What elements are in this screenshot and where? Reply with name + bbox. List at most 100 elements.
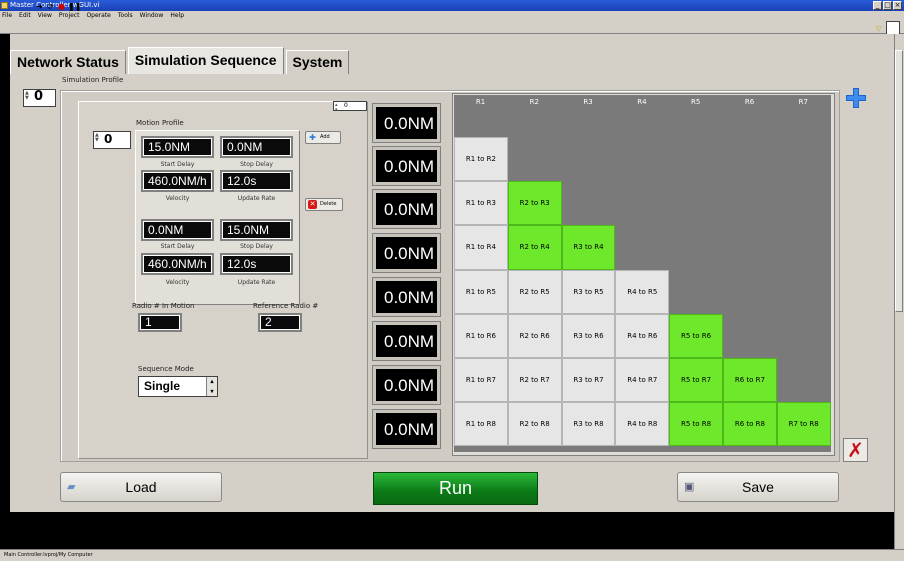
start-distance-2[interactable]: 0.0NM: [141, 219, 214, 241]
stop-distance-2[interactable]: 15.0NM: [220, 219, 293, 241]
update-rate-2[interactable]: 12.0s: [220, 253, 293, 275]
grid-cell[interactable]: R2 to R3: [507, 181, 562, 226]
motion-top-index[interactable]: ▴ ▾ 0: [333, 101, 367, 113]
grid-cell[interactable]: R3 to R5: [561, 269, 616, 314]
distance-indicator-2: 0.0NM: [373, 147, 440, 185]
grid-cell[interactable]: R4 to R8: [615, 402, 670, 447]
grid-cell[interactable]: R7 to R8: [776, 402, 831, 447]
close-x-icon: ✗: [847, 438, 864, 462]
grid-cell[interactable]: R4 to R5: [615, 269, 670, 314]
delete-profile-button[interactable]: ✗: [843, 438, 868, 462]
update-rate-label: Update Rate: [237, 195, 276, 202]
sequence-mode-value: Single: [144, 379, 181, 393]
grid-cell[interactable]: R6 to R8: [723, 402, 777, 447]
grid-cell[interactable]: R4 to R7: [615, 358, 670, 403]
start-distance-1[interactable]: 15.0NM: [141, 136, 214, 158]
grid-header-r1: R1: [475, 98, 486, 106]
grid-cell[interactable]: R1 to R4: [454, 225, 508, 270]
reference-radio-value[interactable]: 2: [258, 313, 302, 332]
project-path: Main Controller.lvproj/My Computer: [4, 552, 93, 558]
save-button[interactable]: ▣ Save: [677, 472, 839, 502]
dropdown-arrow-icon[interactable]: ▴ ▾: [206, 377, 217, 396]
menu-help[interactable]: Help: [170, 11, 184, 20]
motion-profile-index[interactable]: ▲ ▼ 0: [93, 131, 131, 149]
menu-bar: File Edit View Project Operate Tools Win…: [0, 11, 904, 20]
grid-cell[interactable]: R4 to R6: [615, 313, 670, 358]
close-button[interactable]: ×: [893, 1, 902, 10]
grid-cell[interactable]: R3 to R7: [561, 358, 616, 403]
spinner-icon[interactable]: ▴ ▾: [335, 103, 341, 113]
menu-window[interactable]: Window: [140, 11, 164, 20]
radio-in-motion-value[interactable]: 1: [138, 313, 182, 332]
grid-cell[interactable]: R1 to R6: [454, 313, 508, 358]
reference-radio-label: Reference Radio #: [253, 302, 319, 310]
motion-top-index-value: 0: [344, 102, 348, 109]
distance-indicator-8: 0.0NM: [373, 410, 440, 448]
grid-cell[interactable]: R1 to R2: [454, 137, 508, 182]
start-delay-label: Start Delay: [160, 161, 195, 168]
add-button[interactable]: ✚ Add: [305, 131, 341, 144]
velocity-2[interactable]: 460.0NM/h: [141, 253, 214, 275]
delete-button[interactable]: ✕ Delete: [305, 198, 343, 211]
window-titlebar: Master Controller wGUI.vi: [0, 0, 904, 11]
grid-header-r6: R6: [744, 98, 755, 106]
grid-cell[interactable]: R2 to R7: [507, 358, 562, 403]
grid-cell[interactable]: R5 to R7: [669, 358, 723, 403]
save-button-label: Save: [742, 479, 774, 495]
menu-file[interactable]: File: [2, 11, 12, 20]
menu-edit[interactable]: Edit: [19, 11, 31, 20]
grid-cell[interactable]: R1 to R3: [454, 181, 508, 226]
grid-cell[interactable]: R3 to R4: [561, 225, 616, 270]
add-icon: ✚: [309, 133, 316, 142]
tab-system[interactable]: System: [285, 50, 350, 74]
run-arrow-icon[interactable]: ➜: [35, 2, 44, 11]
stop-distance-1[interactable]: 0.0NM: [220, 136, 293, 158]
status-bar: Main Controller.lvproj/My Computer: [0, 549, 904, 561]
load-button[interactable]: ▰ Load: [60, 472, 222, 502]
save-icon: ▣: [684, 481, 695, 493]
app-icon: [1, 2, 8, 9]
distance-indicator-6: 0.0NM: [373, 322, 440, 360]
distance-indicator-5: 0.0NM: [373, 278, 440, 316]
menu-view[interactable]: View: [38, 11, 52, 20]
stop-delay-label: Stop Delay: [240, 161, 273, 168]
pause-icon[interactable]: ❚❚: [68, 2, 81, 11]
window-controls: _ □ ×: [873, 1, 902, 10]
grid-cell[interactable]: R2 to R4: [507, 225, 562, 270]
scrollbar-thumb[interactable]: [895, 50, 903, 312]
start-delay-label: Start Delay: [160, 243, 195, 250]
grid-header-r3: R3: [583, 98, 593, 106]
menu-tools[interactable]: Tools: [118, 11, 133, 20]
run-continuous-icon[interactable]: ⟳: [46, 2, 55, 11]
spinner-icon[interactable]: ▲ ▼: [95, 133, 101, 143]
grid-cell[interactable]: R5 to R8: [669, 402, 723, 447]
update-rate-1[interactable]: 12.0s: [220, 170, 293, 192]
add-profile-button[interactable]: [845, 87, 867, 109]
grid-cell[interactable]: R2 to R5: [507, 269, 562, 314]
load-button-label: Load: [125, 479, 157, 495]
run-button[interactable]: Run: [373, 472, 538, 505]
menu-operate[interactable]: Operate: [86, 11, 110, 20]
grid-cell[interactable]: R1 to R5: [454, 269, 508, 314]
grid-cell[interactable]: R1 to R8: [454, 402, 508, 447]
grid-cell[interactable]: R1 to R7: [454, 358, 508, 403]
simulation-profile-index[interactable]: ▲ ▼ 0: [23, 89, 56, 107]
maximize-button[interactable]: □: [883, 1, 892, 10]
spinner-icon[interactable]: ▲ ▼: [25, 91, 31, 101]
grid-cell[interactable]: R3 to R6: [561, 313, 616, 358]
velocity-label: Velocity: [165, 195, 190, 202]
grid-cell[interactable]: R5 to R6: [669, 313, 723, 358]
grid-cell[interactable]: R6 to R7: [723, 358, 777, 403]
velocity-1[interactable]: 460.0NM/h: [141, 170, 214, 192]
minimize-button[interactable]: _: [873, 1, 882, 10]
tab-network-status[interactable]: Network Status: [10, 50, 126, 74]
grid-cell[interactable]: R2 to R8: [507, 402, 562, 447]
sequence-mode-select[interactable]: Single ▴ ▾: [138, 376, 218, 397]
abort-icon[interactable]: ●: [57, 2, 66, 11]
grid-header-r7: R7: [798, 98, 808, 106]
simulation-profile-label: Simulation Profile: [62, 76, 124, 84]
grid-cell[interactable]: R3 to R8: [561, 402, 616, 447]
grid-cell[interactable]: R2 to R6: [507, 313, 562, 358]
menu-project[interactable]: Project: [59, 11, 80, 20]
tab-simulation-sequence[interactable]: Simulation Sequence: [127, 47, 284, 74]
